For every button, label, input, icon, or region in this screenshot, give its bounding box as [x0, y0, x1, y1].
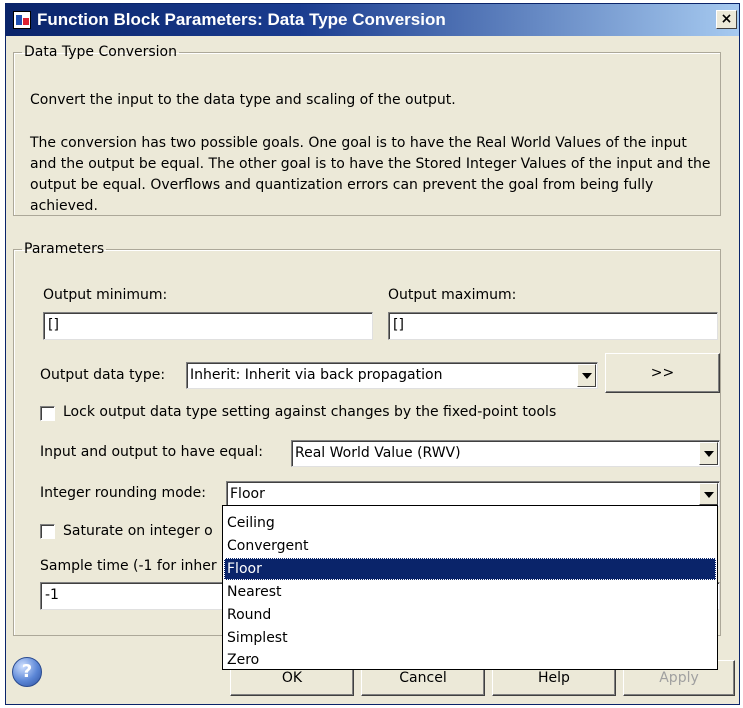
description-group-label: Data Type Conversion [24, 44, 177, 60]
close-button[interactable]: × [716, 10, 737, 29]
parameters-group-label: Parameters [24, 241, 105, 257]
chevron-down-icon[interactable] [577, 364, 596, 387]
rounding-mode-value: Floor [230, 486, 265, 502]
chevron-down-icon[interactable] [699, 483, 718, 505]
rounding-option-simplest[interactable]: Simplest [224, 627, 716, 649]
simulink-block-icon [13, 11, 31, 29]
rounding-option-floor[interactable]: Floor [224, 558, 716, 580]
rounding-mode-label: Integer rounding mode: [40, 485, 206, 501]
output-maximum-input[interactable]: [] [388, 312, 718, 340]
lock-data-type-checkbox[interactable] [40, 406, 55, 421]
chevron-down-icon[interactable] [699, 442, 718, 465]
output-minimum-label: Output minimum: [43, 287, 168, 303]
rounding-mode-dropdown-list[interactable]: Ceiling Convergent Floor Nearest Round S… [222, 505, 718, 670]
output-data-type-value: Inherit: Inherit via back propagation [190, 367, 443, 383]
saturate-label: Saturate on integer o [63, 523, 213, 539]
rounding-option-convergent[interactable]: Convergent [224, 535, 716, 557]
output-data-type-label: Output data type: [40, 367, 166, 383]
description-line: Convert the input to the data type and s… [30, 92, 456, 108]
title-bar[interactable]: Function Block Parameters: Data Type Con… [6, 4, 739, 36]
help-icon[interactable]: ? [12, 657, 42, 687]
rounding-option-ceiling[interactable]: Ceiling [224, 512, 716, 534]
saturate-checkbox[interactable] [40, 524, 55, 539]
equal-values-value: Real World Value (RWV) [295, 445, 461, 461]
rounding-option-nearest[interactable]: Nearest [224, 581, 716, 603]
data-type-assistant-button[interactable]: >> [605, 353, 720, 393]
window-title: Function Block Parameters: Data Type Con… [37, 10, 446, 29]
lock-data-type-label: Lock output data type setting against ch… [63, 404, 557, 420]
equal-values-label: Input and output to have equal: [40, 444, 263, 460]
rounding-option-round[interactable]: Round [224, 604, 716, 626]
description-paragraph: The conversion has two possible goals. O… [30, 135, 711, 214]
rounding-mode-select[interactable]: Floor [226, 481, 720, 507]
output-data-type-select[interactable]: Inherit: Inherit via back propagation [186, 362, 598, 389]
equal-values-select[interactable]: Real World Value (RWV) [291, 440, 720, 467]
sample-time-label: Sample time (-1 for inher [40, 558, 217, 574]
output-minimum-input[interactable]: [] [43, 312, 373, 340]
output-maximum-label: Output maximum: [388, 287, 517, 303]
rounding-option-zero[interactable]: Zero [224, 649, 716, 671]
